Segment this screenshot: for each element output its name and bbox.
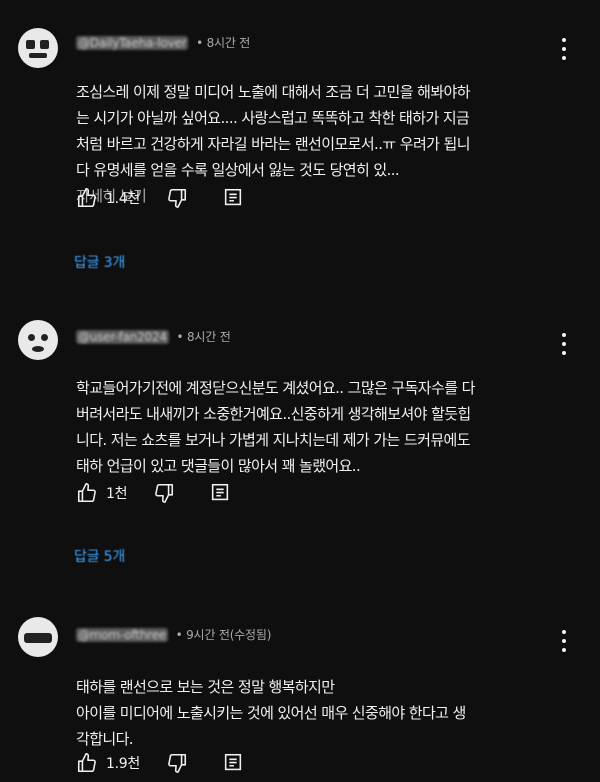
avatar[interactable] <box>18 28 58 68</box>
comment-author[interactable]: @mom-ofthree <box>76 628 168 642</box>
avatar[interactable] <box>18 320 58 360</box>
comment-actions: 1천 <box>76 481 231 505</box>
more-options-icon[interactable] <box>556 630 572 652</box>
comment-text-block: 학교들어가기전에 계정닫으신분도 계셨어요.. 그많은 구독자수를 다 버려서라… <box>76 349 556 479</box>
like-count: 1.4천 <box>106 191 140 207</box>
comment-separator: • <box>175 628 183 642</box>
thumbs-down-icon <box>155 483 174 503</box>
comment-separator: • <box>196 36 203 50</box>
comment-time: 9시간 전(수정됨) <box>186 628 272 642</box>
dislike-button[interactable] <box>153 482 175 504</box>
thumbs-up-icon <box>77 188 96 208</box>
comment-text-block: 태하를 랜선으로 보는 것은 정말 행복하지만 아이를 미디어에 노출시키는 것… <box>76 648 556 752</box>
comment-text: 학교들어가기전에 계정닫으신분도 계셨어요.. 그많은 구독자수를 다 버려서라… <box>76 379 475 475</box>
reply-icon <box>212 483 229 501</box>
thumbs-up-icon <box>77 753 96 773</box>
dislike-button[interactable] <box>166 752 188 774</box>
avatar[interactable] <box>18 617 58 657</box>
comment-separator: • <box>176 330 184 344</box>
comment-meta: @user-fan2024 • 8시간 전 <box>76 328 231 345</box>
thumbs-down-icon <box>168 753 186 773</box>
reply-icon <box>224 753 242 771</box>
comment-meta: @mom-ofthree • 9시간 전(수정됨) <box>76 626 271 643</box>
more-options-icon[interactable] <box>556 333 572 355</box>
comment-text: 태하를 랜선으로 보는 것은 정말 행복하지만 아이를 미디어에 노출시키는 것… <box>76 678 466 748</box>
comment-actions: 1.4천 <box>76 186 244 210</box>
reply-button[interactable] <box>222 752 244 774</box>
like-button[interactable]: 1천 <box>76 482 127 504</box>
comment-meta: @DailyTaeha-lover • 8시간 전 <box>76 34 250 51</box>
more-options-icon[interactable] <box>556 38 572 60</box>
comment-time: 8시간 전 <box>187 330 231 344</box>
like-count: 1천 <box>106 486 128 502</box>
comment-author[interactable]: @DailyTaeha-lover <box>76 36 189 50</box>
replies-toggle[interactable]: 답글 3개 <box>74 252 125 272</box>
like-button[interactable]: 1.9천 <box>76 752 140 774</box>
comment-time: 8시간 전 <box>206 36 251 50</box>
thumbs-down-icon <box>168 188 186 208</box>
thumbs-up-icon <box>77 483 96 503</box>
dislike-button[interactable] <box>166 187 188 209</box>
reply-icon <box>224 188 242 206</box>
reply-button[interactable] <box>209 482 231 504</box>
like-count: 1.9천 <box>106 756 140 772</box>
comment-text: 조심스레 이제 정말 미디어 노출에 대해서 조금 더 고민을 해봐야하 는 시… <box>76 83 471 179</box>
replies-toggle[interactable]: 답글 5개 <box>74 546 125 566</box>
reply-button[interactable] <box>222 187 244 209</box>
comment-actions: 1.9천 <box>76 751 244 775</box>
like-button[interactable]: 1.4천 <box>76 187 140 209</box>
comment-author[interactable]: @user-fan2024 <box>76 330 169 344</box>
